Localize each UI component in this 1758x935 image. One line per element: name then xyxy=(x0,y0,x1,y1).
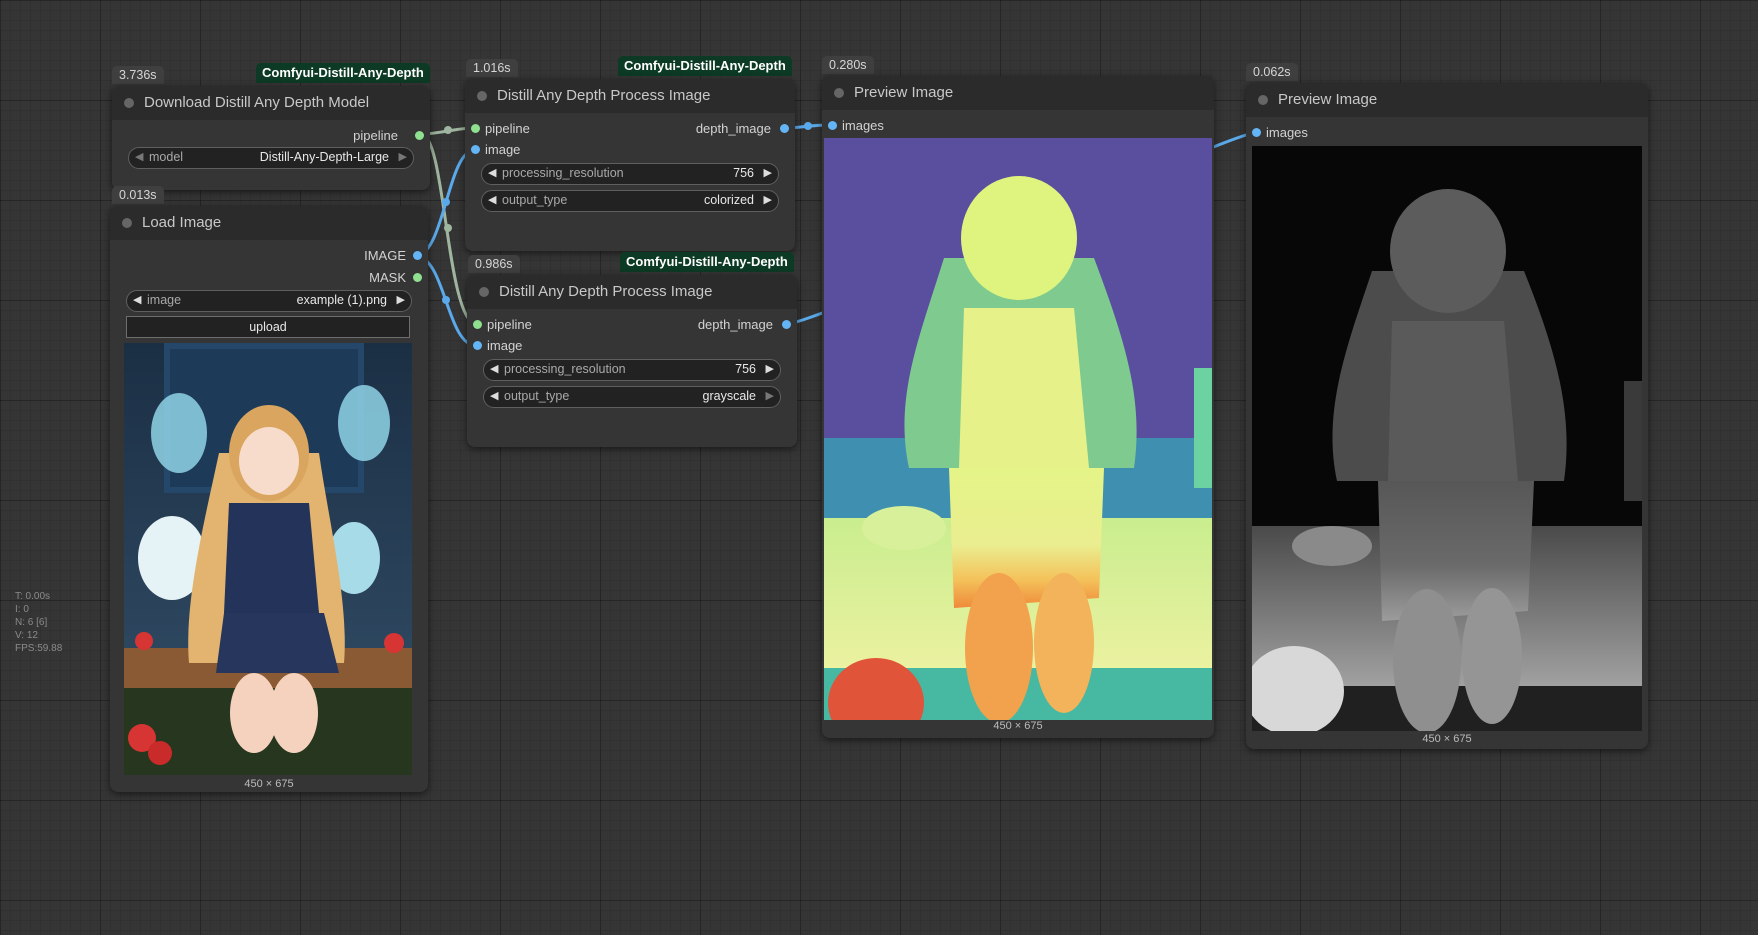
input-image-label: image xyxy=(487,338,523,353)
process-image-node-colorized[interactable]: Distill Any Depth Process Image pipeline… xyxy=(465,79,795,251)
input-images-label: images xyxy=(842,118,884,133)
depth-preview-grayscale xyxy=(1252,146,1642,731)
output-mask-label: MASK xyxy=(369,270,406,285)
output-type-combo[interactable]: ◀ output_type colorized ▶ xyxy=(481,190,779,212)
input-pipeline-label: pipeline xyxy=(485,121,530,136)
output-pipeline-label: pipeline xyxy=(353,128,398,143)
performance-stats: T: 0.00s I: 0 N: 6 [6] V: 12 FPS:59.88 xyxy=(15,590,62,655)
exec-time-badge: 0.062s xyxy=(1246,63,1298,81)
node-header[interactable]: Load Image xyxy=(110,206,428,240)
exec-time-badge: 3.736s xyxy=(112,66,164,84)
node-title: Download Distill Any Depth Model xyxy=(144,94,370,111)
node-source-badge: Comfyui-Distill-Any-Depth xyxy=(618,56,792,76)
input-image-thumbnail xyxy=(124,343,412,775)
processing-resolution-input[interactable]: ◀ processing_resolution 756 ▶ xyxy=(483,359,781,381)
node-header[interactable]: Preview Image xyxy=(1246,83,1648,117)
collapse-dot[interactable] xyxy=(477,91,487,101)
node-title: Load Image xyxy=(142,214,222,231)
depth-preview-colorized xyxy=(824,138,1212,720)
exec-time-badge: 0.986s xyxy=(468,255,520,273)
node-header[interactable]: Distill Any Depth Process Image xyxy=(465,79,795,113)
arrow-left-icon[interactable]: ◀ xyxy=(490,362,498,375)
collapse-dot[interactable] xyxy=(124,98,134,108)
image-combo[interactable]: ◀ image example (1).png ▶ xyxy=(126,290,412,312)
arrow-right-icon[interactable]: ▶ xyxy=(764,193,772,206)
download-model-node[interactable]: Download Distill Any Depth Model pipelin… xyxy=(112,86,430,190)
preview-image-node-colorized[interactable]: Preview Image images 450 × 675 xyxy=(822,76,1214,738)
arrow-left-icon[interactable]: ◀ xyxy=(488,193,496,206)
arrow-left-icon[interactable]: ◀ xyxy=(488,166,496,179)
arrow-right-icon[interactable]: ▶ xyxy=(399,150,407,163)
pipeline-output-socket[interactable] xyxy=(415,131,424,140)
image-dimensions: 450 × 675 xyxy=(244,778,294,790)
collapse-dot[interactable] xyxy=(1258,95,1268,105)
arrow-right-icon[interactable]: ▶ xyxy=(766,362,774,375)
pipeline-input-socket[interactable] xyxy=(471,124,480,133)
arrow-right-icon[interactable]: ▶ xyxy=(397,293,405,306)
node-source-badge: Comfyui-Distill-Any-Depth xyxy=(620,252,794,272)
depth-image-output-socket[interactable] xyxy=(780,124,789,133)
preview-image-node-grayscale[interactable]: Preview Image images 450 × 675 xyxy=(1246,83,1648,749)
input-image-label: image xyxy=(485,142,521,157)
mask-output-socket[interactable] xyxy=(413,273,422,282)
depth-image-output-socket[interactable] xyxy=(782,320,791,329)
output-depth-image-label: depth_image xyxy=(695,121,771,136)
stat-time: T: 0.00s xyxy=(15,591,51,602)
image-output-socket[interactable] xyxy=(413,251,422,260)
node-title: Preview Image xyxy=(854,84,954,101)
exec-time-badge: 0.013s xyxy=(112,186,164,204)
upload-button[interactable]: upload xyxy=(126,316,410,338)
arrow-right-icon[interactable]: ▶ xyxy=(764,166,772,179)
arrow-right-icon[interactable]: ▶ xyxy=(766,389,774,402)
node-header[interactable]: Download Distill Any Depth Model xyxy=(112,86,430,120)
node-header[interactable]: Preview Image xyxy=(822,76,1214,110)
images-input-socket[interactable] xyxy=(828,121,837,130)
node-title: Distill Any Depth Process Image xyxy=(499,283,713,300)
collapse-dot[interactable] xyxy=(834,88,844,98)
image-input-socket[interactable] xyxy=(471,145,480,154)
image-dimensions: 450 × 675 xyxy=(1422,733,1472,745)
image-input-socket[interactable] xyxy=(473,341,482,350)
collapse-dot[interactable] xyxy=(479,287,489,297)
exec-time-badge: 0.280s xyxy=(822,56,874,74)
process-image-node-grayscale[interactable]: Distill Any Depth Process Image pipeline… xyxy=(467,275,797,447)
arrow-left-icon[interactable]: ◀ xyxy=(133,293,141,306)
images-input-socket[interactable] xyxy=(1252,128,1261,137)
arrow-left-icon[interactable]: ◀ xyxy=(490,389,498,402)
node-header[interactable]: Distill Any Depth Process Image xyxy=(467,275,797,309)
model-combo[interactable]: ◀ model Distill-Any-Depth-Large ▶ xyxy=(128,147,414,169)
arrow-left-icon[interactable]: ◀ xyxy=(135,150,143,163)
node-title: Preview Image xyxy=(1278,91,1378,108)
output-depth-image-label: depth_image xyxy=(697,317,773,332)
output-image-label: IMAGE xyxy=(364,248,406,263)
output-type-combo[interactable]: ◀ output_type grayscale ▶ xyxy=(483,386,781,408)
stat-nodes: N: 6 [6] xyxy=(15,617,48,628)
collapse-dot[interactable] xyxy=(122,218,132,228)
processing-resolution-input[interactable]: ◀ processing_resolution 756 ▶ xyxy=(481,163,779,185)
node-title: Distill Any Depth Process Image xyxy=(497,87,711,104)
input-images-label: images xyxy=(1266,125,1308,140)
stat-vertices: V: 12 xyxy=(15,630,38,641)
stat-iterations: I: 0 xyxy=(15,604,29,615)
image-dimensions: 450 × 675 xyxy=(993,720,1043,732)
input-pipeline-label: pipeline xyxy=(487,317,532,332)
load-image-node[interactable]: Load Image IMAGE MASK ◀ image example (1… xyxy=(110,206,428,792)
node-source-badge: Comfyui-Distill-Any-Depth xyxy=(256,63,430,83)
stat-fps: FPS:59.88 xyxy=(15,643,63,654)
exec-time-badge: 1.016s xyxy=(466,59,518,77)
pipeline-input-socket[interactable] xyxy=(473,320,482,329)
